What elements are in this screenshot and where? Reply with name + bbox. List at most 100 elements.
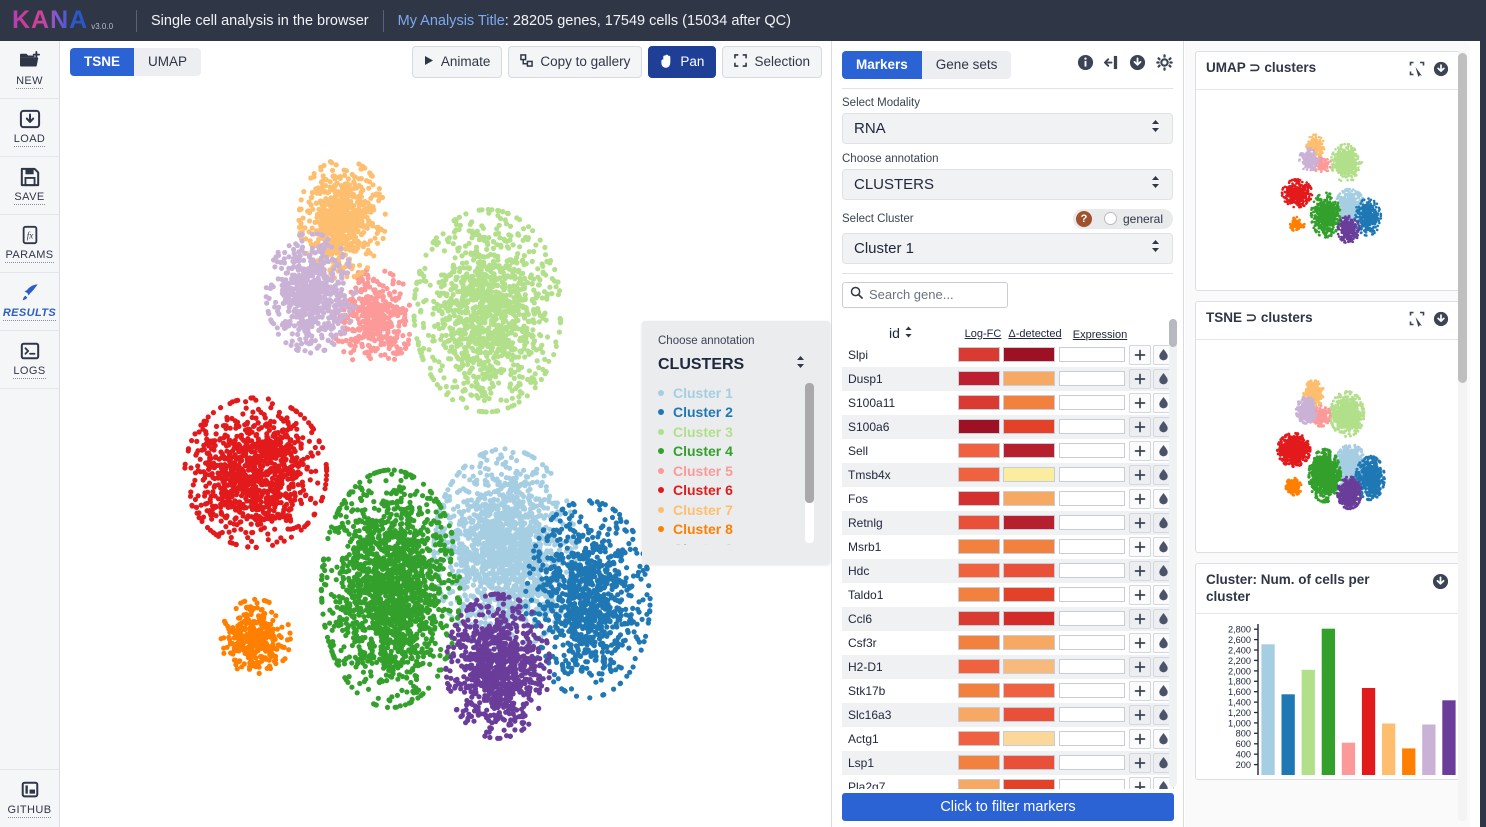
legend-scrollbar[interactable]	[805, 383, 814, 543]
download-icon[interactable]	[1433, 311, 1449, 332]
legend-scroll-thumb[interactable]	[805, 383, 814, 503]
plus-icon[interactable]	[1129, 776, 1151, 789]
plus-icon[interactable]	[1129, 344, 1151, 365]
analysis-title-link[interactable]: My Analysis Title	[398, 13, 505, 29]
legend-annotation-select[interactable]: CLUSTERS	[658, 355, 814, 374]
legend-item-1[interactable]: Cluster 1	[658, 383, 814, 403]
tab-markers[interactable]: Markers	[842, 51, 922, 79]
filter-markers-button[interactable]: Click to filter markers	[842, 793, 1174, 821]
plus-icon[interactable]	[1129, 704, 1151, 725]
plus-icon[interactable]	[1129, 632, 1151, 653]
plus-icon[interactable]	[1129, 680, 1151, 701]
table-row[interactable]: Ccl6	[842, 606, 1174, 631]
plus-icon[interactable]	[1129, 416, 1151, 437]
plus-icon[interactable]	[1129, 512, 1151, 533]
sidebar-item-new[interactable]: NEW	[0, 41, 60, 99]
column-header-delta-detected[interactable]: Δ-detected	[1006, 328, 1064, 341]
table-row[interactable]: Dusp1	[842, 366, 1174, 391]
tab-gene-sets[interactable]: Gene sets	[921, 51, 1012, 79]
legend-item-7[interactable]: Cluster 7	[658, 500, 814, 520]
umap-thumbnail[interactable]	[1206, 90, 1449, 290]
plus-icon[interactable]	[1129, 560, 1151, 581]
plus-icon[interactable]	[1129, 392, 1151, 413]
table-row[interactable]: Fos	[842, 487, 1174, 511]
plus-icon[interactable]	[1129, 464, 1151, 485]
table-scroll-thumb[interactable]	[1169, 318, 1177, 347]
table-row[interactable]: Slc16a3	[842, 702, 1174, 727]
pan-button[interactable]: Pan	[648, 45, 717, 79]
general-toggle[interactable]: ? general	[1072, 208, 1173, 229]
table-row[interactable]: S100a11	[842, 391, 1174, 415]
plus-icon[interactable]	[1129, 584, 1151, 605]
legend-item-6[interactable]: Cluster 6	[658, 481, 814, 501]
table-row[interactable]: Taldo1	[842, 583, 1174, 607]
sidebar-item-logs[interactable]: LOGS	[0, 331, 60, 389]
legend-item-9[interactable]: Cluster 9	[658, 539, 814, 545]
gallery-card-tsne[interactable]: TSNE ⊃ clusters	[1195, 301, 1460, 553]
plus-icon[interactable]	[1129, 608, 1151, 629]
copy-to-gallery-button[interactable]: Copy to gallery	[508, 45, 643, 79]
annotation-select[interactable]: CLUSTERS	[842, 168, 1173, 200]
table-row[interactable]: Pla2g7	[842, 775, 1174, 789]
legend-item-4[interactable]: Cluster 4	[658, 442, 814, 462]
annotation-legend-panel[interactable]: Choose annotation CLUSTERS Cluster 1 Clus…	[642, 321, 830, 564]
plus-icon[interactable]	[1129, 536, 1151, 557]
gallery-scroll-thumb[interactable]	[1458, 53, 1467, 383]
download-icon[interactable]	[1432, 573, 1449, 595]
sidebar-item-load[interactable]: LOAD	[0, 99, 60, 157]
legend-cluster-list[interactable]: Cluster 1 Cluster 2 Cluster 3 Cluster 4 Clus…	[658, 380, 814, 545]
download-icon[interactable]	[1433, 61, 1449, 82]
selection-button[interactable]: Selection	[722, 45, 822, 79]
tab-umap[interactable]: UMAP	[134, 48, 202, 76]
app-logo[interactable]: KANA v3.0.0	[12, 8, 122, 33]
table-row[interactable]: Tmsb4x	[842, 462, 1174, 487]
toggle-knob[interactable]	[1103, 212, 1117, 225]
table-row[interactable]: Hdc	[842, 558, 1174, 583]
column-header-id[interactable]: id	[842, 325, 960, 341]
plus-icon[interactable]	[1129, 752, 1151, 773]
plus-icon[interactable]	[1129, 488, 1151, 509]
modality-select[interactable]: RNA	[842, 112, 1173, 144]
plus-icon[interactable]	[1129, 728, 1151, 749]
gear-icon[interactable]	[1156, 54, 1173, 76]
legend-item-3[interactable]: Cluster 3	[658, 422, 814, 442]
marquee-select-icon[interactable]	[1409, 311, 1425, 332]
table-row[interactable]: H2-D1	[842, 654, 1174, 679]
tsne-thumbnail[interactable]	[1206, 340, 1449, 552]
plus-icon[interactable]	[1129, 440, 1151, 461]
gene-search[interactable]	[842, 281, 1008, 308]
sidebar-item-results[interactable]: RESULTS	[0, 273, 60, 331]
gallery-card-umap[interactable]: UMAP ⊃ clusters	[1195, 51, 1460, 291]
legend-item-8[interactable]: Cluster 8	[658, 520, 814, 540]
sidebar-item-save[interactable]: SAVE	[0, 157, 60, 215]
plus-icon[interactable]	[1129, 656, 1151, 677]
question-mark-icon[interactable]: ?	[1075, 210, 1092, 227]
table-row[interactable]: Actg1	[842, 727, 1174, 751]
sidebar-item-params[interactable]: fx PARAMS	[0, 215, 60, 273]
table-row[interactable]: Sell	[842, 439, 1174, 463]
info-icon[interactable]	[1077, 54, 1094, 76]
table-row[interactable]: Retnlg	[842, 510, 1174, 535]
search-input[interactable]	[869, 287, 997, 302]
sidebar-item-github[interactable]: GITHUB	[0, 769, 60, 827]
table-row[interactable]: Stk17b	[842, 679, 1174, 703]
cluster-select[interactable]: Cluster 1	[842, 232, 1173, 264]
table-row[interactable]: Csf3r	[842, 631, 1174, 655]
table-row[interactable]: Msrb1	[842, 535, 1174, 559]
tab-tsne[interactable]: TSNE	[70, 48, 135, 76]
table-row[interactable]: Lsp1	[842, 750, 1174, 775]
panel-collapse-icon[interactable]	[1104, 54, 1119, 76]
legend-item-2[interactable]: Cluster 2	[658, 403, 814, 423]
gallery-card-barchart[interactable]: Cluster: Num. of cells per cluster 200 40…	[1195, 563, 1460, 780]
table-row[interactable]: S100a6	[842, 414, 1174, 439]
plus-icon[interactable]	[1129, 368, 1151, 389]
animate-button[interactable]: Animate	[411, 45, 503, 79]
download-icon[interactable]	[1129, 54, 1146, 76]
column-header-expression[interactable]: Expression	[1064, 329, 1136, 341]
legend-item-5[interactable]: Cluster 5	[658, 461, 814, 481]
column-header-logfc[interactable]: Log-FC	[960, 328, 1006, 341]
marquee-select-icon[interactable]	[1409, 61, 1425, 82]
table-scrollbar[interactable]	[1169, 318, 1177, 787]
cells-per-cluster-chart[interactable]: 200 400 600 800 1,000 1,200 1,400 1,600 1,800 2,0…	[1206, 614, 1456, 779]
table-row[interactable]: Slpi	[842, 343, 1174, 367]
